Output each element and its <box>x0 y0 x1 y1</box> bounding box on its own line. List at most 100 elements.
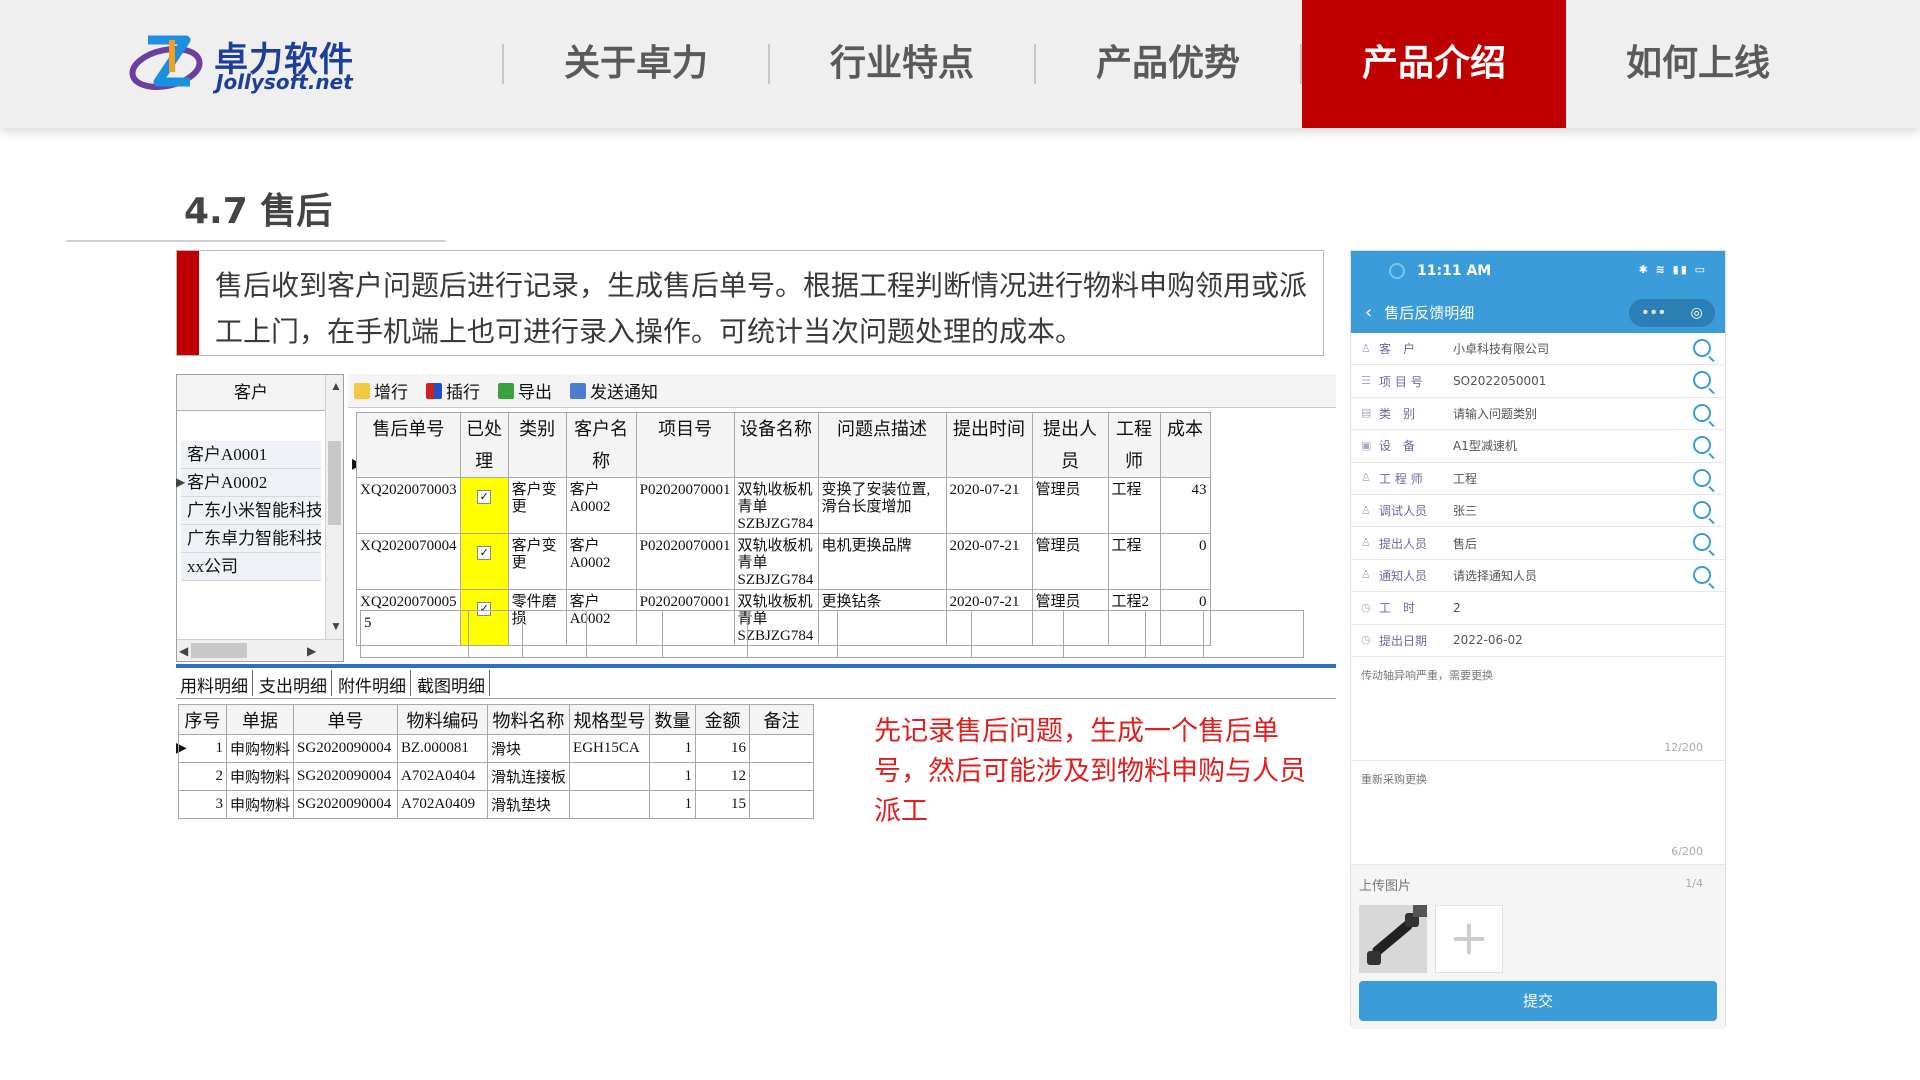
field-value[interactable]: 请输入问题类别 <box>1453 405 1537 422</box>
export-button[interactable]: 导出 <box>498 378 552 403</box>
cell-remark[interactable] <box>749 734 815 763</box>
cell-amount[interactable]: 12 <box>695 762 751 791</box>
cell-no[interactable]: 2 <box>178 762 227 791</box>
table-row[interactable]: XQ2020070004 ✓ 客户变更 客户A0002 P02020070001… <box>356 533 1211 590</box>
col-header[interactable]: 物料编码 <box>397 704 489 735</box>
checkbox[interactable]: ✓ <box>477 546 492 560</box>
col-header[interactable]: 单号 <box>293 704 399 735</box>
col-header[interactable]: 成本 <box>1159 412 1211 478</box>
form-field-customer[interactable]: ♙ 客 户 小卓科技有限公司 <box>1351 333 1725 366</box>
logo[interactable]: 卓力软件 Jollysoft.net <box>128 30 368 100</box>
cell-time[interactable]: 2020-07-21 <box>945 533 1033 590</box>
col-header[interactable]: 规格型号 <box>569 704 651 735</box>
cell-code[interactable]: A702A0409 <box>397 790 489 819</box>
cell-num[interactable]: SG2020090004 <box>293 734 399 763</box>
splitter-bar[interactable] <box>176 664 1336 668</box>
tab-materials[interactable]: 用料明细 <box>176 670 253 696</box>
cell-code[interactable]: BZ.000081 <box>397 734 489 763</box>
customer-horizontal-scrollbar[interactable]: ◀ ▶ <box>177 639 343 661</box>
form-field-proposer[interactable]: ♙ 提出人员 售后 <box>1351 527 1725 560</box>
cell-type[interactable]: 客户变更 <box>507 533 567 590</box>
scroll-thumb[interactable] <box>328 441 341 525</box>
col-header[interactable]: 提出人员 <box>1031 412 1109 478</box>
tab-attachments[interactable]: 附件明细 <box>334 670 411 696</box>
tab-screenshots[interactable]: 截图明细 <box>413 670 490 696</box>
search-icon[interactable] <box>1693 468 1711 487</box>
insert-row-button[interactable]: 插行 <box>426 378 480 403</box>
cell-device[interactable]: 双轨收板机青单SZBJZG784 <box>733 533 819 590</box>
search-icon[interactable] <box>1693 339 1711 357</box>
nav-item-advantages[interactable]: 产品优势 <box>1036 0 1300 128</box>
cell-amount[interactable]: 15 <box>695 790 751 819</box>
search-icon[interactable] <box>1693 403 1711 422</box>
cell-cost[interactable]: 0 <box>1159 533 1211 590</box>
customer-item[interactable]: 客户A0001 <box>181 441 321 469</box>
nav-item-onboarding[interactable]: 如何上线 <box>1566 0 1830 128</box>
search-icon[interactable] <box>1693 533 1711 552</box>
form-field-hours[interactable]: ◷ 工 时 2 <box>1351 592 1725 625</box>
col-header[interactable]: 客户名称 <box>565 412 637 478</box>
cell-no[interactable]: 1 <box>178 734 227 763</box>
chevron-down-icon[interactable]: ▼ <box>330 619 342 634</box>
problem-textarea[interactable]: 传动轴异响严重，需要更换 12/200 <box>1351 657 1725 761</box>
col-header[interactable]: 数量 <box>649 704 697 735</box>
submit-button[interactable]: 提交 <box>1359 980 1717 1021</box>
customer-vertical-scrollbar[interactable]: ▲ ▼ <box>325 375 343 639</box>
cell-num[interactable]: SG2020090004 <box>293 790 399 819</box>
cell-amount[interactable]: 16 <box>695 734 751 763</box>
form-field-engineer[interactable]: ♙ 工 程 师 工程 <box>1351 463 1725 495</box>
cell-num[interactable]: SG2020090004 <box>293 762 399 791</box>
cell-id[interactable]: XQ2020070004 <box>356 533 461 590</box>
solution-text[interactable]: 重新采购更换 <box>1361 773 1427 786</box>
cell-customer[interactable]: 客户A0002 <box>565 533 637 590</box>
cell-name[interactable]: 滑轨连接板 <box>487 762 571 791</box>
field-value[interactable]: SO2022050001 <box>1453 374 1546 388</box>
customer-item[interactable]: xx公司 <box>181 553 321 581</box>
field-value[interactable]: 售后 <box>1453 535 1477 552</box>
cell-processed[interactable]: ✓ <box>459 477 509 534</box>
customer-item[interactable]: 广东小米智能科技 <box>181 497 321 525</box>
solution-textarea[interactable]: 重新采购更换 6/200 <box>1351 761 1725 865</box>
cell-time[interactable]: 2020-07-21 <box>945 477 1033 534</box>
col-header[interactable]: 序号 <box>178 704 227 735</box>
field-value[interactable]: 张三 <box>1453 502 1477 519</box>
cell-doc[interactable]: 申购物料 <box>225 734 295 763</box>
field-value[interactable]: 工程 <box>1453 470 1477 487</box>
col-header[interactable]: 备注 <box>749 704 815 735</box>
search-icon[interactable] <box>1693 436 1711 455</box>
form-field-project[interactable]: ☰ 项 目 号 SO2022050001 <box>1351 365 1725 398</box>
uploaded-image-thumbnail[interactable] <box>1359 904 1427 973</box>
cell-spec[interactable]: EGH15CA <box>569 734 651 763</box>
col-header[interactable]: 类别 <box>507 412 567 478</box>
add-row-button[interactable]: 增行 <box>354 378 408 403</box>
col-header[interactable]: 工程师 <box>1107 412 1161 478</box>
search-icon[interactable] <box>1693 565 1711 584</box>
cell-name[interactable]: 滑块 <box>487 734 571 763</box>
cell-no[interactable]: 3 <box>178 790 227 819</box>
cell-doc[interactable]: 申购物料 <box>225 762 295 791</box>
form-field-device[interactable]: ▣ 设 备 A1型减速机 <box>1351 430 1725 463</box>
cell-id[interactable]: XQ2020070003 <box>356 477 461 534</box>
col-header[interactable]: 售后单号 <box>356 412 461 478</box>
table-row[interactable]: 3 申购物料 SG2020090004 A702A0409 滑轨垫块 1 15 <box>178 790 815 819</box>
cell-customer[interactable]: 客户A0002 <box>565 477 637 534</box>
col-header[interactable]: 单据 <box>225 704 295 735</box>
col-header[interactable]: 已处理 <box>459 412 509 478</box>
problem-text[interactable]: 传动轴异响严重，需要更换 <box>1361 669 1493 682</box>
col-header[interactable]: 问题点描述 <box>817 412 947 478</box>
send-notice-button[interactable]: 发送通知 <box>570 378 658 403</box>
form-field-debugger[interactable]: ♙ 调试人员 张三 <box>1351 495 1725 528</box>
cell-qty[interactable]: 1 <box>649 790 697 819</box>
cell-spec[interactable] <box>569 790 651 819</box>
back-arrow-icon[interactable]: ‹ <box>1365 302 1372 323</box>
cell-cost[interactable]: 43 <box>1159 477 1211 534</box>
customer-item[interactable]: 广东卓力智能科技 <box>181 525 321 553</box>
field-value[interactable]: A1型减速机 <box>1453 437 1517 454</box>
close-circle-icon[interactable]: ◎ <box>1691 305 1703 321</box>
more-icon[interactable]: ••• <box>1641 305 1666 321</box>
mini-program-capsule[interactable]: ••• ◎ <box>1629 299 1715 327</box>
cell-desc[interactable]: 电机更换品牌 <box>817 533 947 590</box>
customer-item[interactable]: 客户A0002 <box>181 469 321 497</box>
cell-remark[interactable] <box>749 762 815 791</box>
cell-name[interactable]: 滑轨垫块 <box>487 790 571 819</box>
